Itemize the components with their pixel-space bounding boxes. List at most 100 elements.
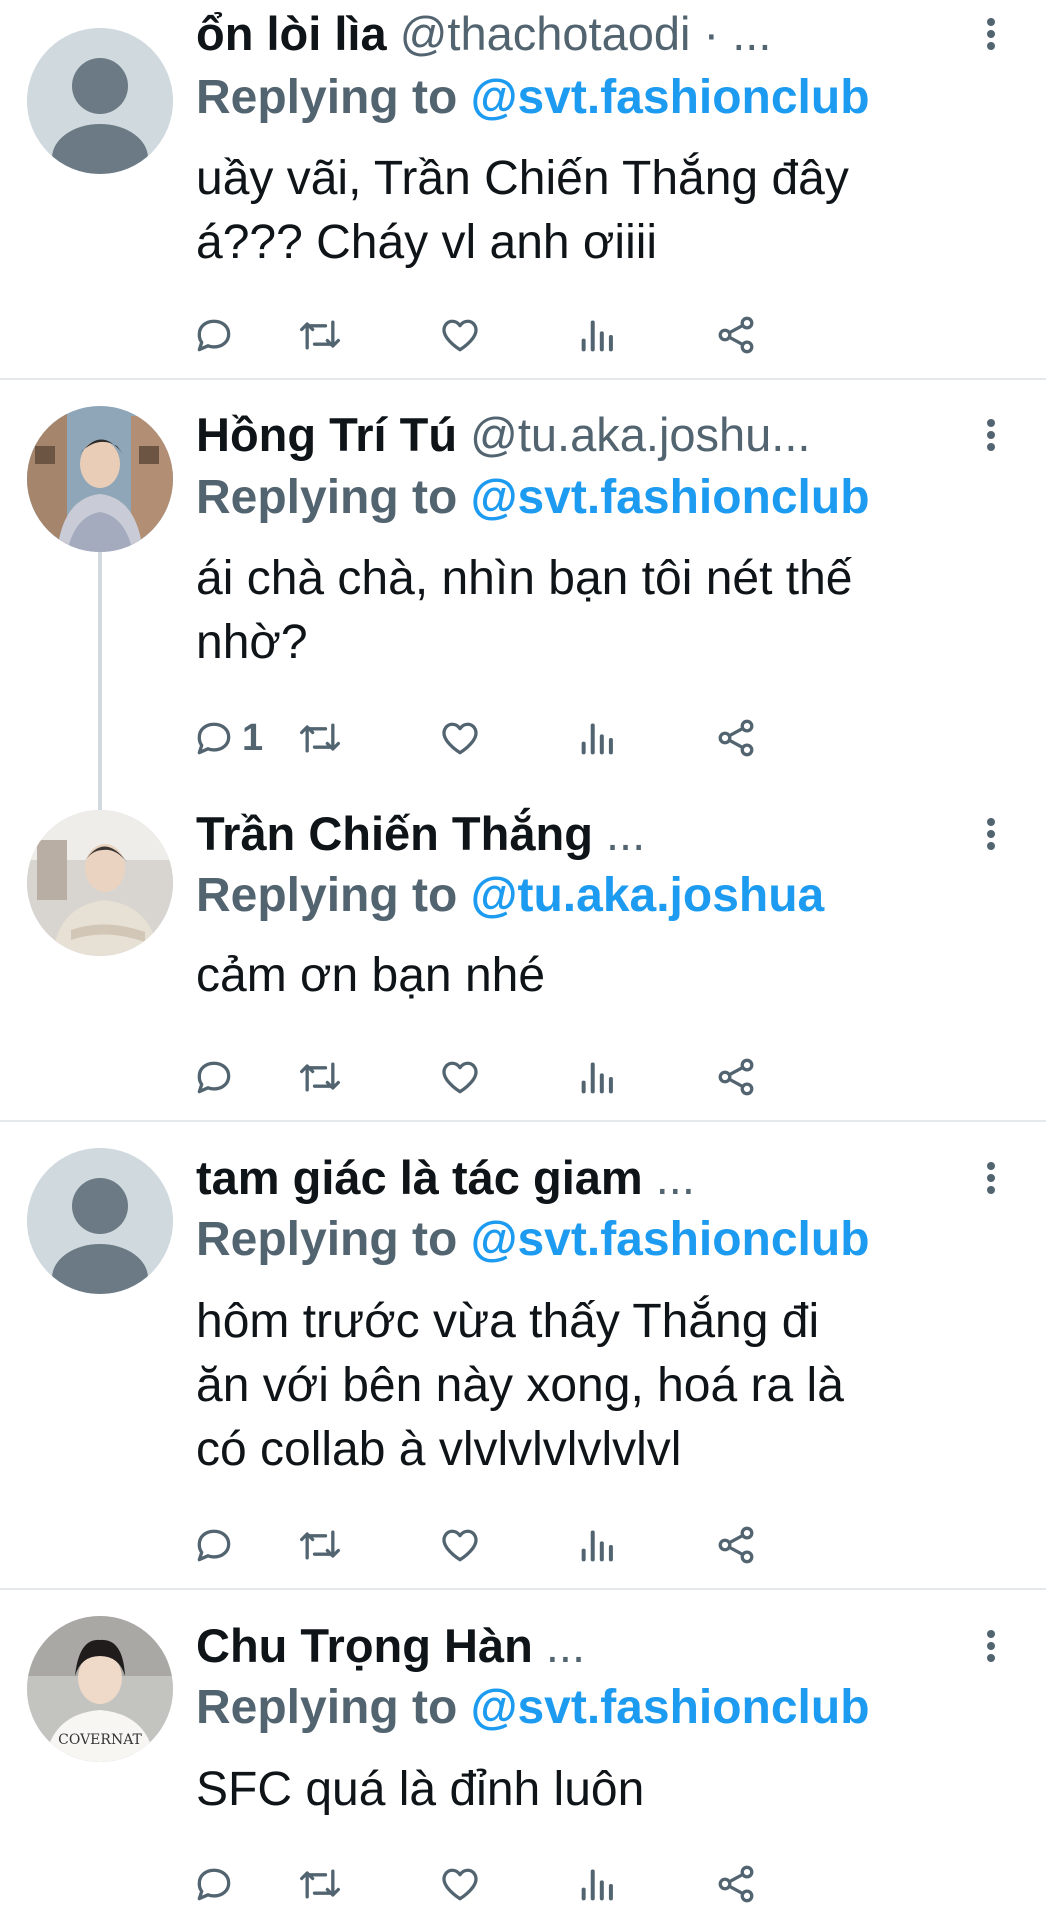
reply-icon <box>197 1061 231 1094</box>
share-icon[interactable] <box>714 1052 758 1102</box>
tweet-text-line: có collab à vlvlvlvlvlvlvl <box>196 1423 682 1476</box>
avatar-photo-icon[interactable] <box>27 406 173 552</box>
replying-to-label: Replying to <box>196 1213 458 1266</box>
tweet-header: tam giác là tác giam ... <box>196 1148 1006 1208</box>
replying-to-label: Replying to <box>196 869 458 922</box>
replying-to: Replying to @svt.fashionclub <box>196 1210 870 1270</box>
heart-icon <box>442 722 478 755</box>
display-name[interactable]: Trần Chiến Thắng <box>196 807 593 860</box>
reply-icon <box>197 722 231 755</box>
display-name[interactable]: Hồng Trí Tú <box>196 408 457 461</box>
heart-icon[interactable] <box>438 310 482 360</box>
retweet-icon[interactable] <box>296 1859 344 1909</box>
heart-icon <box>442 1529 478 1562</box>
avatar-photo-icon[interactable]: COVERNAT <box>27 1616 173 1762</box>
display-name[interactable]: ổn lòi lìa <box>196 7 387 60</box>
analytics-icon <box>581 1530 613 1562</box>
share-icon <box>718 1526 754 1564</box>
heart-icon <box>442 319 478 352</box>
analytics-icon <box>581 1869 613 1901</box>
share-icon <box>718 1058 754 1096</box>
tweet-text-line: nhờ? <box>196 616 308 669</box>
mention-link[interactable]: @tu.aka.joshua <box>471 869 825 922</box>
avatar-default-icon[interactable] <box>27 1148 173 1294</box>
share-icon <box>718 719 754 757</box>
share-icon[interactable] <box>714 1520 758 1570</box>
analytics-icon <box>581 1062 613 1094</box>
tweet-text-line: hôm trước vừa thấy Thắng đi <box>196 1295 820 1348</box>
tweet-actions <box>196 1520 956 1570</box>
retweet-icon <box>300 723 340 753</box>
tweet-header: Chu Trọng Hàn ... <box>196 1616 1006 1676</box>
replying-to: Replying to @svt.fashionclub <box>196 1678 870 1738</box>
analytics-icon[interactable] <box>578 1052 618 1102</box>
heart-icon[interactable] <box>438 713 482 763</box>
avatar-default-icon[interactable] <box>27 28 173 174</box>
retweet-icon[interactable] <box>296 1520 344 1570</box>
user-handle[interactable]: ... <box>546 1619 585 1672</box>
tweet-text-line: cảm ơn bạn nhé <box>196 949 546 1002</box>
reply-icon[interactable]: 1 <box>192 713 263 763</box>
display-name[interactable]: Chu Trọng Hàn <box>196 1619 533 1672</box>
tweet-5[interactable]: COVERNAT Chu Trọng Hàn ... Replying to @… <box>0 1590 1046 1920</box>
more-options-icon[interactable] <box>976 1616 1006 1676</box>
heart-icon <box>442 1868 478 1901</box>
tweet-3[interactable]: Trần Chiến Thắng ... Replying to @tu.aka… <box>0 782 1046 1122</box>
replying-to-label: Replying to <box>196 471 458 524</box>
reply-icon[interactable] <box>192 310 242 360</box>
avatar-photo-icon[interactable] <box>27 810 173 956</box>
tweet-text: SFC quá là đỉnh luôn <box>196 1758 1016 1822</box>
tweet-text-line: á??? Cháy vl anh ơiiii <box>196 216 658 269</box>
reply-icon[interactable] <box>192 1052 242 1102</box>
retweet-icon <box>300 1062 340 1092</box>
more-options-icon[interactable] <box>976 405 1006 465</box>
tweet-2[interactable]: Hồng Trí Tú @tu.aka.joshu... Replying to… <box>0 380 1046 780</box>
tweet-header: ổn lòi lìa @thachotaodi · ... <box>196 4 1006 64</box>
tweet-header: Trần Chiến Thắng ... <box>196 804 1006 864</box>
reply-icon <box>197 319 231 352</box>
user-handle[interactable]: @tu.aka.joshu... <box>470 408 810 461</box>
display-name[interactable]: tam giác là tác giam <box>196 1151 643 1204</box>
retweet-icon <box>300 1869 340 1899</box>
heart-icon[interactable] <box>438 1520 482 1570</box>
more-options-icon[interactable] <box>976 804 1006 864</box>
heart-icon <box>442 1061 478 1094</box>
share-icon <box>718 1865 754 1903</box>
analytics-icon[interactable] <box>578 1859 618 1909</box>
retweet-icon <box>300 320 340 350</box>
more-options-icon[interactable] <box>976 4 1006 64</box>
user-handle[interactable]: ... <box>606 807 645 860</box>
analytics-icon[interactable] <box>578 310 618 360</box>
heart-icon[interactable] <box>438 1859 482 1909</box>
tweet-actions <box>196 1052 956 1102</box>
analytics-icon[interactable] <box>578 713 618 763</box>
share-icon[interactable] <box>714 713 758 763</box>
tweet-text-line: ăn với bên này xong, hoá ra là <box>196 1359 844 1412</box>
retweet-icon[interactable] <box>296 310 344 360</box>
mention-link[interactable]: @svt.fashionclub <box>471 1681 870 1734</box>
analytics-icon[interactable] <box>578 1520 618 1570</box>
tweet-text: ái chà chà, nhìn bạn tôi nét thế nhờ? <box>196 547 1016 675</box>
reply-icon[interactable] <box>192 1859 242 1909</box>
retweet-icon[interactable] <box>296 713 344 763</box>
user-handle[interactable]: @thachotaodi · ... <box>400 7 772 60</box>
share-icon[interactable] <box>714 1859 758 1909</box>
retweet-icon[interactable] <box>296 1052 344 1102</box>
reply-icon <box>197 1529 231 1562</box>
user-handle[interactable]: ... <box>656 1151 695 1204</box>
mention-link[interactable]: @svt.fashionclub <box>471 471 870 524</box>
heart-icon[interactable] <box>438 1052 482 1102</box>
share-icon[interactable] <box>714 310 758 360</box>
tweet-text: cảm ơn bạn nhé <box>196 944 1016 1008</box>
reply-icon[interactable] <box>192 1520 242 1570</box>
mention-link[interactable]: @svt.fashionclub <box>471 1213 870 1266</box>
share-icon <box>718 316 754 354</box>
replying-to-label: Replying to <box>196 71 458 124</box>
tweet-actions <box>196 310 956 360</box>
mention-link[interactable]: @svt.fashionclub <box>471 71 870 124</box>
tweet-1[interactable]: ổn lòi lìa @thachotaodi · ... Replying t… <box>0 0 1046 378</box>
more-options-icon[interactable] <box>976 1148 1006 1208</box>
tweet-4[interactable]: tam giác là tác giam ... Replying to @sv… <box>0 1122 1046 1588</box>
svg-text:COVERNAT: COVERNAT <box>58 1732 142 1748</box>
reply-count: 1 <box>242 716 264 759</box>
